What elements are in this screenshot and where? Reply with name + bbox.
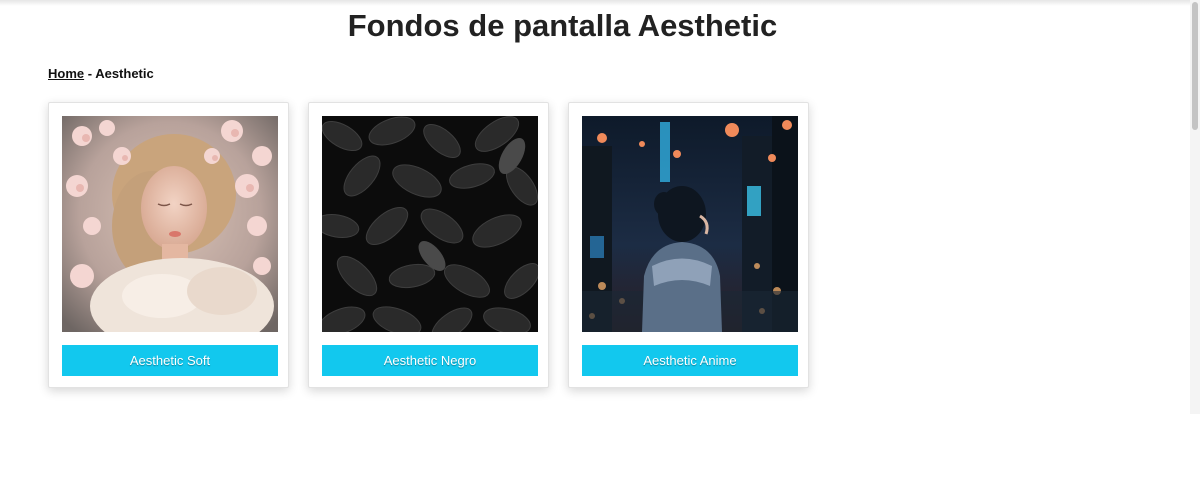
category-card-anime[interactable]: Aesthetic Anime: [568, 102, 809, 388]
category-card-negro[interactable]: Aesthetic Negro: [308, 102, 549, 388]
breadcrumb-current: Aesthetic: [95, 66, 154, 81]
vertical-scrollbar[interactable]: [1190, 0, 1200, 414]
category-grid: Aesthetic Soft Aesthetic Negro Aesthetic…: [48, 102, 809, 388]
top-shadow: [0, 0, 1190, 6]
girl-with-flowers-image[interactable]: [62, 116, 278, 332]
aesthetic-soft-button[interactable]: Aesthetic Soft: [62, 345, 278, 376]
breadcrumb-separator: -: [84, 66, 96, 81]
scrollbar-thumb[interactable]: [1192, 2, 1198, 130]
aesthetic-negro-button[interactable]: Aesthetic Negro: [322, 345, 538, 376]
breadcrumb-home-link[interactable]: Home: [48, 66, 84, 81]
aesthetic-anime-button[interactable]: Aesthetic Anime: [582, 345, 798, 376]
category-card-soft[interactable]: Aesthetic Soft: [48, 102, 289, 388]
black-leaves-image[interactable]: [322, 116, 538, 332]
breadcrumb: Home - Aesthetic: [48, 66, 154, 82]
page-title: Fondos de pantalla Aesthetic: [347, 8, 778, 43]
anime-girl-night-city-image[interactable]: [582, 116, 798, 332]
